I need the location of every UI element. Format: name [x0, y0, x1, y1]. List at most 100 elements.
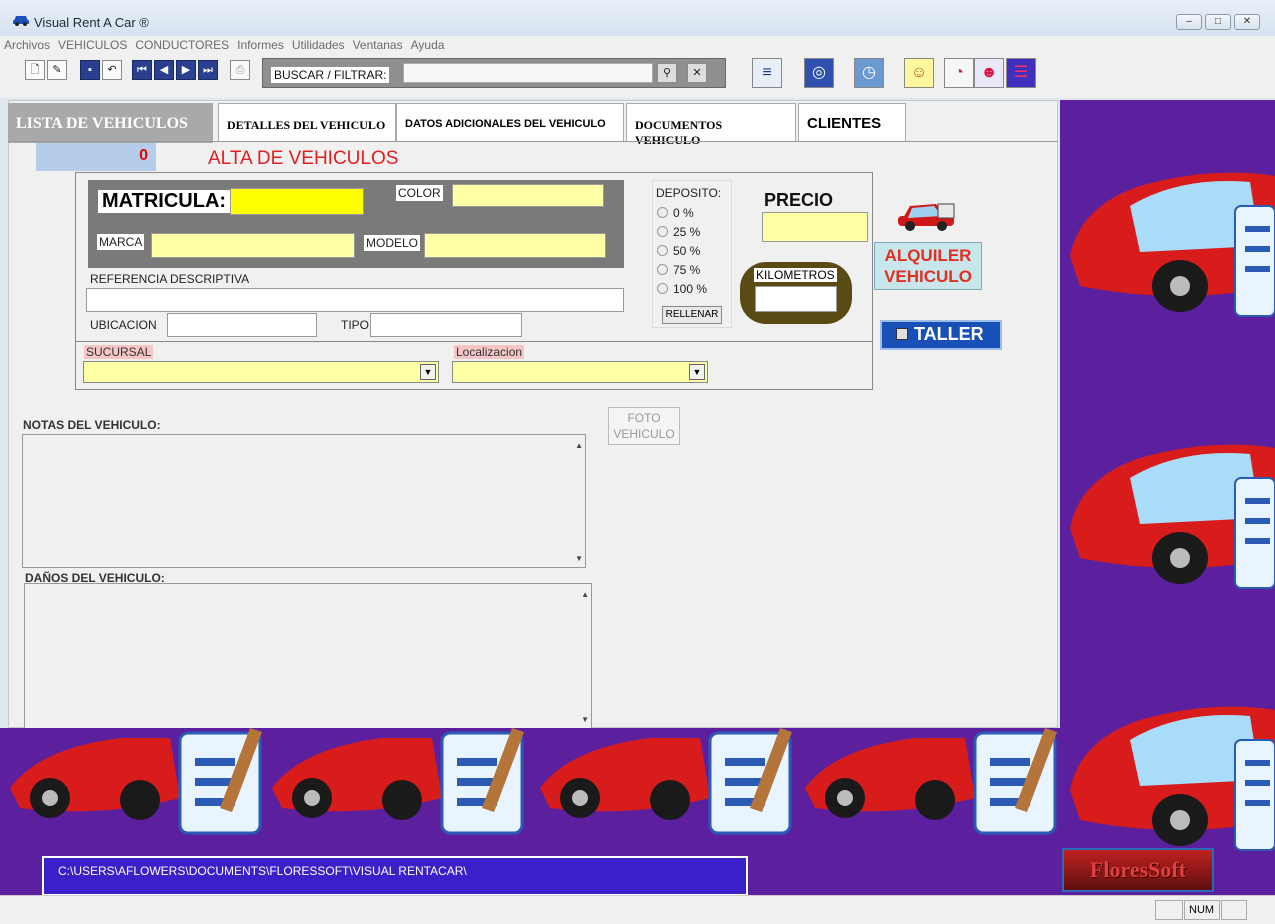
menu-conductores[interactable]: CONDUCTORES [131, 36, 233, 52]
window-title: Visual Rent A Car ® [34, 15, 149, 30]
matricula-label: MATRICULA: [98, 190, 231, 213]
binoculars-icon[interactable]: ⚲ [657, 63, 677, 83]
floressoft-logo: FloresSoft [1062, 848, 1214, 892]
clear-filter-icon[interactable]: ✕ [687, 63, 707, 83]
sucursal-label: SUCURSAL [84, 345, 154, 359]
chevron-down-icon[interactable]: ▼ [689, 364, 705, 380]
foto-vehiculo-button[interactable]: FOTO VEHICULO [608, 407, 680, 445]
tab-detalles-vehiculo[interactable]: DETALLES DEL VEHICULO [218, 103, 396, 141]
color-label: COLOR [396, 185, 443, 201]
localizacion-dropdown[interactable]: ▼ [452, 361, 708, 383]
modelo-input[interactable] [424, 233, 606, 258]
notas-label: NOTAS DEL VEHICULO: [23, 418, 161, 432]
menu-list-icon[interactable]: ☰ [1006, 58, 1036, 88]
num-lock-indicator: NUM [1184, 900, 1220, 920]
status-bar: NUM [0, 895, 1275, 924]
precio-input[interactable] [762, 212, 868, 242]
checkbox-icon[interactable] [896, 328, 908, 340]
car-strip-illustration [10, 728, 1057, 835]
tipo-label: TIPO [341, 318, 370, 332]
taller-checkbox[interactable]: TALLER [880, 320, 1002, 350]
car-illustration [1070, 444, 1275, 589]
car-illustration [1070, 706, 1275, 851]
menu-archivos[interactable]: Archivos [0, 36, 54, 52]
menu-vehiculos[interactable]: VEHICULOS [54, 36, 131, 52]
title-bar: Visual Rent A Car ® – □ ✕ [0, 0, 1275, 36]
rellenar-button[interactable]: RELLENAR [662, 306, 722, 324]
scroll-down-icon[interactable]: ▼ [575, 554, 583, 563]
search-panel: BUSCAR / FILTRAR: ⚲ ✕ [262, 58, 726, 88]
status-cell [1155, 900, 1183, 920]
marca-input[interactable] [151, 233, 355, 258]
deposito-radio-0[interactable]: 0 % [657, 204, 707, 223]
menu-utilidades[interactable]: Utilidades [288, 36, 349, 52]
precio-label: PRECIO [764, 190, 834, 210]
last-record-icon[interactable]: ⏭ [198, 60, 218, 80]
notas-textarea[interactable]: ▲ ▼ [22, 434, 586, 568]
scroll-up-icon[interactable]: ▲ [575, 441, 583, 450]
menu-informes[interactable]: Informes [233, 36, 288, 52]
localizacion-label: Localizacion [454, 345, 525, 359]
numbered-list-icon[interactable]: ≡ [752, 58, 782, 88]
globe-icon[interactable]: ◎ [804, 58, 834, 88]
search-input[interactable] [403, 63, 653, 83]
first-record-icon[interactable]: ⏮ [132, 60, 152, 80]
tab-clientes[interactable]: CLIENTES [798, 103, 906, 141]
current-path: C:\USERS\AFLOWERS\DOCUMENTS\FLORESSOFT\V… [42, 856, 748, 896]
chevron-down-icon[interactable]: ▼ [420, 364, 436, 380]
edit-document-icon[interactable]: ✎ [47, 60, 67, 80]
kilometros-input[interactable] [755, 286, 837, 312]
menu-bar: Archivos VEHICULOS CONDUCTORES Informes Util… [0, 36, 1275, 54]
rent-car-icon[interactable] [896, 194, 960, 236]
minimize-button[interactable]: – [1176, 14, 1202, 30]
kilometros-label: KILOMETROS [754, 268, 837, 282]
toolbar: 🗋 ✎ ▪ ↶ ⏮ ◀ ▶ ⏭ ⎙ BUSCAR / FILTRAR: ⚲ ✕ … [0, 54, 1275, 98]
radio-icon[interactable] [657, 283, 668, 294]
deposito-radio-group: 0 % 25 % 50 % 75 % 100 % [657, 204, 707, 299]
radio-icon[interactable] [657, 226, 668, 237]
ubicacion-label: UBICACION [90, 318, 157, 332]
tab-documentos-vehiculo[interactable]: DOCUMENTOS VEHICULO [626, 103, 796, 147]
deposito-radio-50[interactable]: 50 % [657, 242, 707, 261]
deposito-radio-75[interactable]: 75 % [657, 261, 707, 280]
car-illustration [1070, 172, 1275, 317]
menu-ventanas[interactable]: Ventanas [349, 36, 407, 52]
menu-ayuda[interactable]: Ayuda [407, 36, 449, 52]
new-document-icon[interactable]: 🗋 [25, 60, 45, 80]
print-icon[interactable]: ⎙ [230, 60, 250, 80]
maximize-button[interactable]: □ [1205, 14, 1231, 30]
tipo-input[interactable] [370, 313, 522, 337]
deposito-radio-100[interactable]: 100 % [657, 280, 707, 299]
radio-icon[interactable] [657, 245, 668, 256]
face-icon[interactable]: ☻ [974, 58, 1004, 88]
tab-lista-vehiculos[interactable]: LISTA DE VEHICULOS [8, 103, 213, 143]
radio-icon[interactable] [657, 264, 668, 275]
color-input[interactable] [452, 184, 604, 207]
referencia-input[interactable] [86, 288, 624, 312]
clock-add-icon[interactable]: ◷ [854, 58, 884, 88]
alquiler-vehiculo-button[interactable]: ALQUILER VEHICULO [874, 242, 982, 290]
people-icon[interactable]: ☺ [904, 58, 934, 88]
danos-textarea[interactable]: ▲ ▼ [24, 583, 592, 729]
deposito-radio-25[interactable]: 25 % [657, 223, 707, 242]
scroll-up-icon[interactable]: ▲ [581, 590, 589, 599]
tab-datos-adicionales[interactable]: DATOS ADICIONALES DEL VEHICULO [396, 103, 624, 141]
mode-title: ALTA DE VEHICULOS [208, 148, 399, 169]
status-cell [1221, 900, 1247, 920]
undo-icon[interactable]: ↶ [102, 60, 122, 80]
matricula-input[interactable] [230, 188, 364, 215]
referencia-label: REFERENCIA DESCRIPTIVA [90, 272, 250, 286]
search-label: BUSCAR / FILTRAR: [271, 67, 390, 83]
deposito-label: DEPOSITO: [656, 186, 722, 200]
close-button[interactable]: ✕ [1234, 14, 1260, 30]
previous-record-icon[interactable]: ◀ [154, 60, 174, 80]
radio-icon[interactable] [657, 207, 668, 218]
sucursal-dropdown[interactable]: ▼ [83, 361, 439, 383]
scroll-down-icon[interactable]: ▼ [581, 715, 589, 724]
ubicacion-input[interactable] [167, 313, 317, 337]
next-record-icon[interactable]: ▶ [176, 60, 196, 80]
save-icon[interactable]: ▪ [80, 60, 100, 80]
record-counter: 0 [36, 143, 156, 171]
modelo-label: MODELO [364, 235, 421, 251]
pie-chart-icon[interactable]: ◔ [944, 58, 974, 88]
